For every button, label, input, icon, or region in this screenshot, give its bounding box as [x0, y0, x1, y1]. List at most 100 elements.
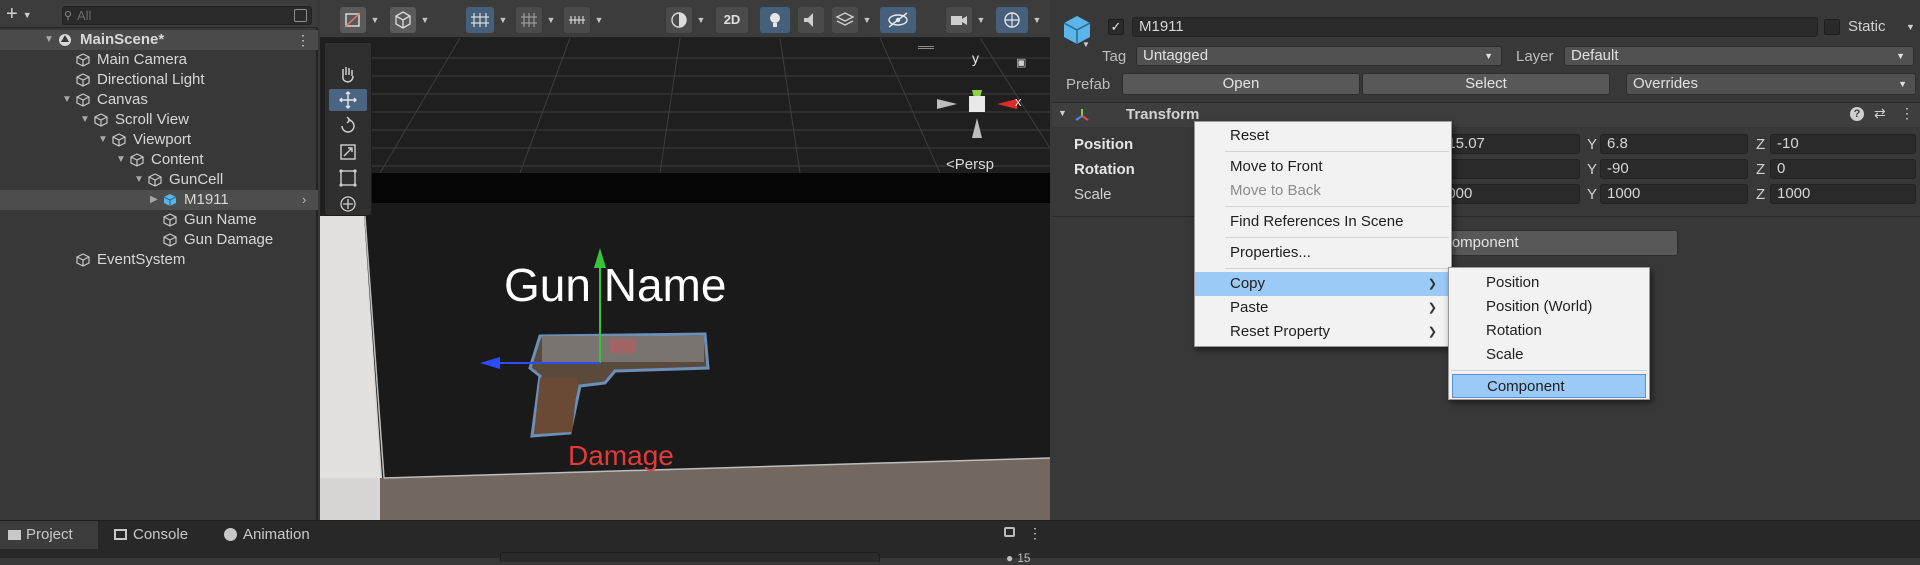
static-label: Static — [1848, 18, 1886, 35]
hierarchy-search-input[interactable]: ⚲ All — [62, 6, 312, 25]
hierarchy-item-directional-light[interactable]: Directional Light — [0, 70, 318, 90]
increment-snap-button[interactable] — [564, 7, 590, 33]
transform-tool[interactable] — [329, 193, 367, 215]
menu-item-find-references[interactable]: Find References In Scene — [1195, 210, 1451, 234]
hierarchy-item-guncell[interactable]: ▼ GunCell — [0, 170, 318, 190]
hierarchy-item-viewport[interactable]: ▼ Viewport — [0, 130, 318, 150]
object-name-field[interactable]: M1911 — [1132, 17, 1818, 37]
hierarchy-item-content[interactable]: ▼ Content — [0, 150, 318, 170]
effects-button[interactable] — [832, 7, 858, 33]
tab-animation[interactable]: Animation — [222, 521, 310, 549]
scale-tool[interactable] — [329, 141, 367, 163]
menu-item-copy[interactable]: Copy ❯ — [1195, 272, 1451, 296]
chevron-down-icon[interactable]: ▼ — [368, 7, 382, 33]
component-menu-icon[interactable]: ⋮ — [1900, 105, 1914, 122]
position-y-field[interactable]: 6.8 — [1600, 134, 1748, 154]
static-checkbox[interactable] — [1824, 19, 1840, 35]
expand-arrow-icon[interactable]: ▼ — [116, 150, 126, 170]
menu-item-reset[interactable]: Reset — [1195, 124, 1451, 148]
tab-project[interactable]: Project — [0, 521, 98, 549]
scale-y-field[interactable]: 1000 — [1600, 184, 1748, 204]
hierarchy-item-main-camera[interactable]: Main Camera — [0, 50, 318, 70]
lock-icon[interactable]: ▣ — [1016, 56, 1026, 69]
lighting-toggle-button[interactable] — [760, 7, 790, 33]
draw-mode-button[interactable] — [340, 7, 366, 33]
scene-overlay-handle-right[interactable] — [918, 46, 934, 49]
scene-view[interactable]: ▼ ▼ ▼ ▼ ▼ ▼ 2D ▼ ▼ ▼ Gun Name Damage y x… — [320, 0, 1050, 520]
persp-label[interactable]: <Persp — [946, 156, 994, 173]
mode-2d-button[interactable]: 2D — [716, 7, 748, 33]
chevron-down-icon[interactable]: ▼ — [544, 7, 558, 33]
help-icon[interactable]: ? — [1850, 107, 1864, 121]
expand-arrow-icon[interactable]: ▼ — [134, 170, 144, 190]
rotate-tool[interactable] — [329, 115, 367, 137]
gizmos-button[interactable] — [996, 7, 1028, 33]
transform-header[interactable]: ▼ Transform ? ⇄ ⋮ — [1052, 103, 1920, 127]
hierarchy-item-scroll-view[interactable]: ▼ Scroll View — [0, 110, 318, 130]
chevron-down-icon[interactable]: ▼ — [1030, 7, 1044, 33]
chevron-down-icon[interactable]: ▼ — [860, 7, 874, 33]
hierarchy-item-eventsystem[interactable]: EventSystem — [0, 250, 318, 270]
rotation-x-field[interactable] — [1432, 159, 1580, 179]
menu-item-move-to-front[interactable]: Move to Front — [1195, 155, 1451, 179]
chevron-down-icon[interactable]: ▼ — [496, 7, 510, 33]
preset-icon[interactable]: ⇄ — [1874, 105, 1886, 122]
chevron-down-icon[interactable]: ▼ — [592, 7, 606, 33]
panel-menu-icon[interactable]: ⋮ — [1028, 525, 1042, 542]
render-mode-button[interactable] — [390, 7, 416, 33]
scale-z-field[interactable]: 1000 — [1770, 184, 1916, 204]
hidden-objects-button[interactable] — [880, 7, 916, 33]
chevron-down-icon[interactable]: ▼ — [418, 7, 432, 33]
expand-arrow-icon[interactable]: ▼ — [98, 130, 108, 150]
position-z-field[interactable]: -10 — [1770, 134, 1916, 154]
scene-row[interactable]: ▼ MainScene* ⋮ — [0, 30, 318, 50]
expand-arrow-icon[interactable]: ▼ — [1058, 108, 1067, 118]
collapse-arrow-icon[interactable]: ▶ — [150, 190, 158, 210]
submenu-item-scale[interactable]: Scale — [1449, 343, 1649, 367]
submenu-item-rotation[interactable]: Rotation — [1449, 319, 1649, 343]
search-by-type-icon[interactable] — [294, 9, 307, 22]
menu-item-properties[interactable]: Properties... — [1195, 241, 1451, 265]
select-prefab-button[interactable]: Select — [1362, 73, 1610, 95]
hierarchy-item-m1911[interactable]: ▶ M1911 › — [0, 190, 318, 210]
tab-console[interactable]: Console — [110, 521, 188, 549]
chevron-down-icon[interactable]: ▼ — [1082, 40, 1090, 49]
rotation-z-field[interactable]: 0 — [1770, 159, 1916, 179]
lock-icon[interactable] — [1004, 527, 1015, 537]
audio-toggle-button[interactable] — [798, 7, 824, 33]
rotation-y-field[interactable]: -90 — [1600, 159, 1748, 179]
menu-item-paste[interactable]: Paste ❯ — [1195, 296, 1451, 320]
hierarchy-item-gun-damage[interactable]: Gun Damage — [0, 230, 318, 250]
tag-dropdown[interactable]: Untagged ▼ — [1136, 46, 1502, 66]
layer-dropdown[interactable]: Default ▼ — [1564, 46, 1914, 66]
project-search-input[interactable] — [500, 552, 880, 562]
hand-tool[interactable] — [329, 63, 367, 85]
chevron-down-icon[interactable]: ▼ — [1906, 22, 1915, 32]
overrides-dropdown[interactable]: Overrides ▼ — [1626, 73, 1916, 95]
open-prefab-button[interactable]: Open — [1122, 73, 1360, 95]
submenu-item-position-world[interactable]: Position (World) — [1449, 295, 1649, 319]
position-x-field[interactable]: 615.07 — [1432, 134, 1580, 154]
menu-item-reset-property[interactable]: Reset Property ❯ — [1195, 320, 1451, 344]
open-prefab-arrow-icon[interactable]: › — [302, 190, 306, 210]
hierarchy-item-canvas[interactable]: ▼ Canvas — [0, 90, 318, 110]
expand-arrow-icon[interactable]: ▼ — [62, 90, 72, 110]
add-object-button[interactable]: + ▼ — [6, 4, 42, 24]
chevron-down-icon[interactable]: ▼ — [694, 7, 708, 33]
expand-arrow-icon[interactable]: ▼ — [44, 30, 54, 50]
scene-menu-icon[interactable]: ⋮ — [296, 30, 310, 50]
scale-x-field[interactable]: 1000 — [1432, 184, 1580, 204]
active-checkbox[interactable]: ✓ — [1108, 19, 1124, 35]
grid-visibility-button[interactable] — [516, 7, 542, 33]
submenu-item-position[interactable]: Position — [1449, 271, 1649, 295]
submenu-item-component[interactable]: Component — [1452, 374, 1646, 398]
shading-sphere-button[interactable] — [666, 7, 692, 33]
chevron-down-icon[interactable]: ▼ — [974, 7, 988, 33]
grid-snap-button[interactable] — [466, 7, 494, 33]
rect-tool[interactable] — [329, 167, 367, 189]
expand-arrow-icon[interactable]: ▼ — [80, 110, 90, 130]
cube-icon — [395, 11, 411, 29]
camera-settings-button[interactable] — [946, 7, 972, 33]
move-tool[interactable] — [329, 89, 367, 111]
hierarchy-item-gun-name[interactable]: Gun Name — [0, 210, 318, 230]
